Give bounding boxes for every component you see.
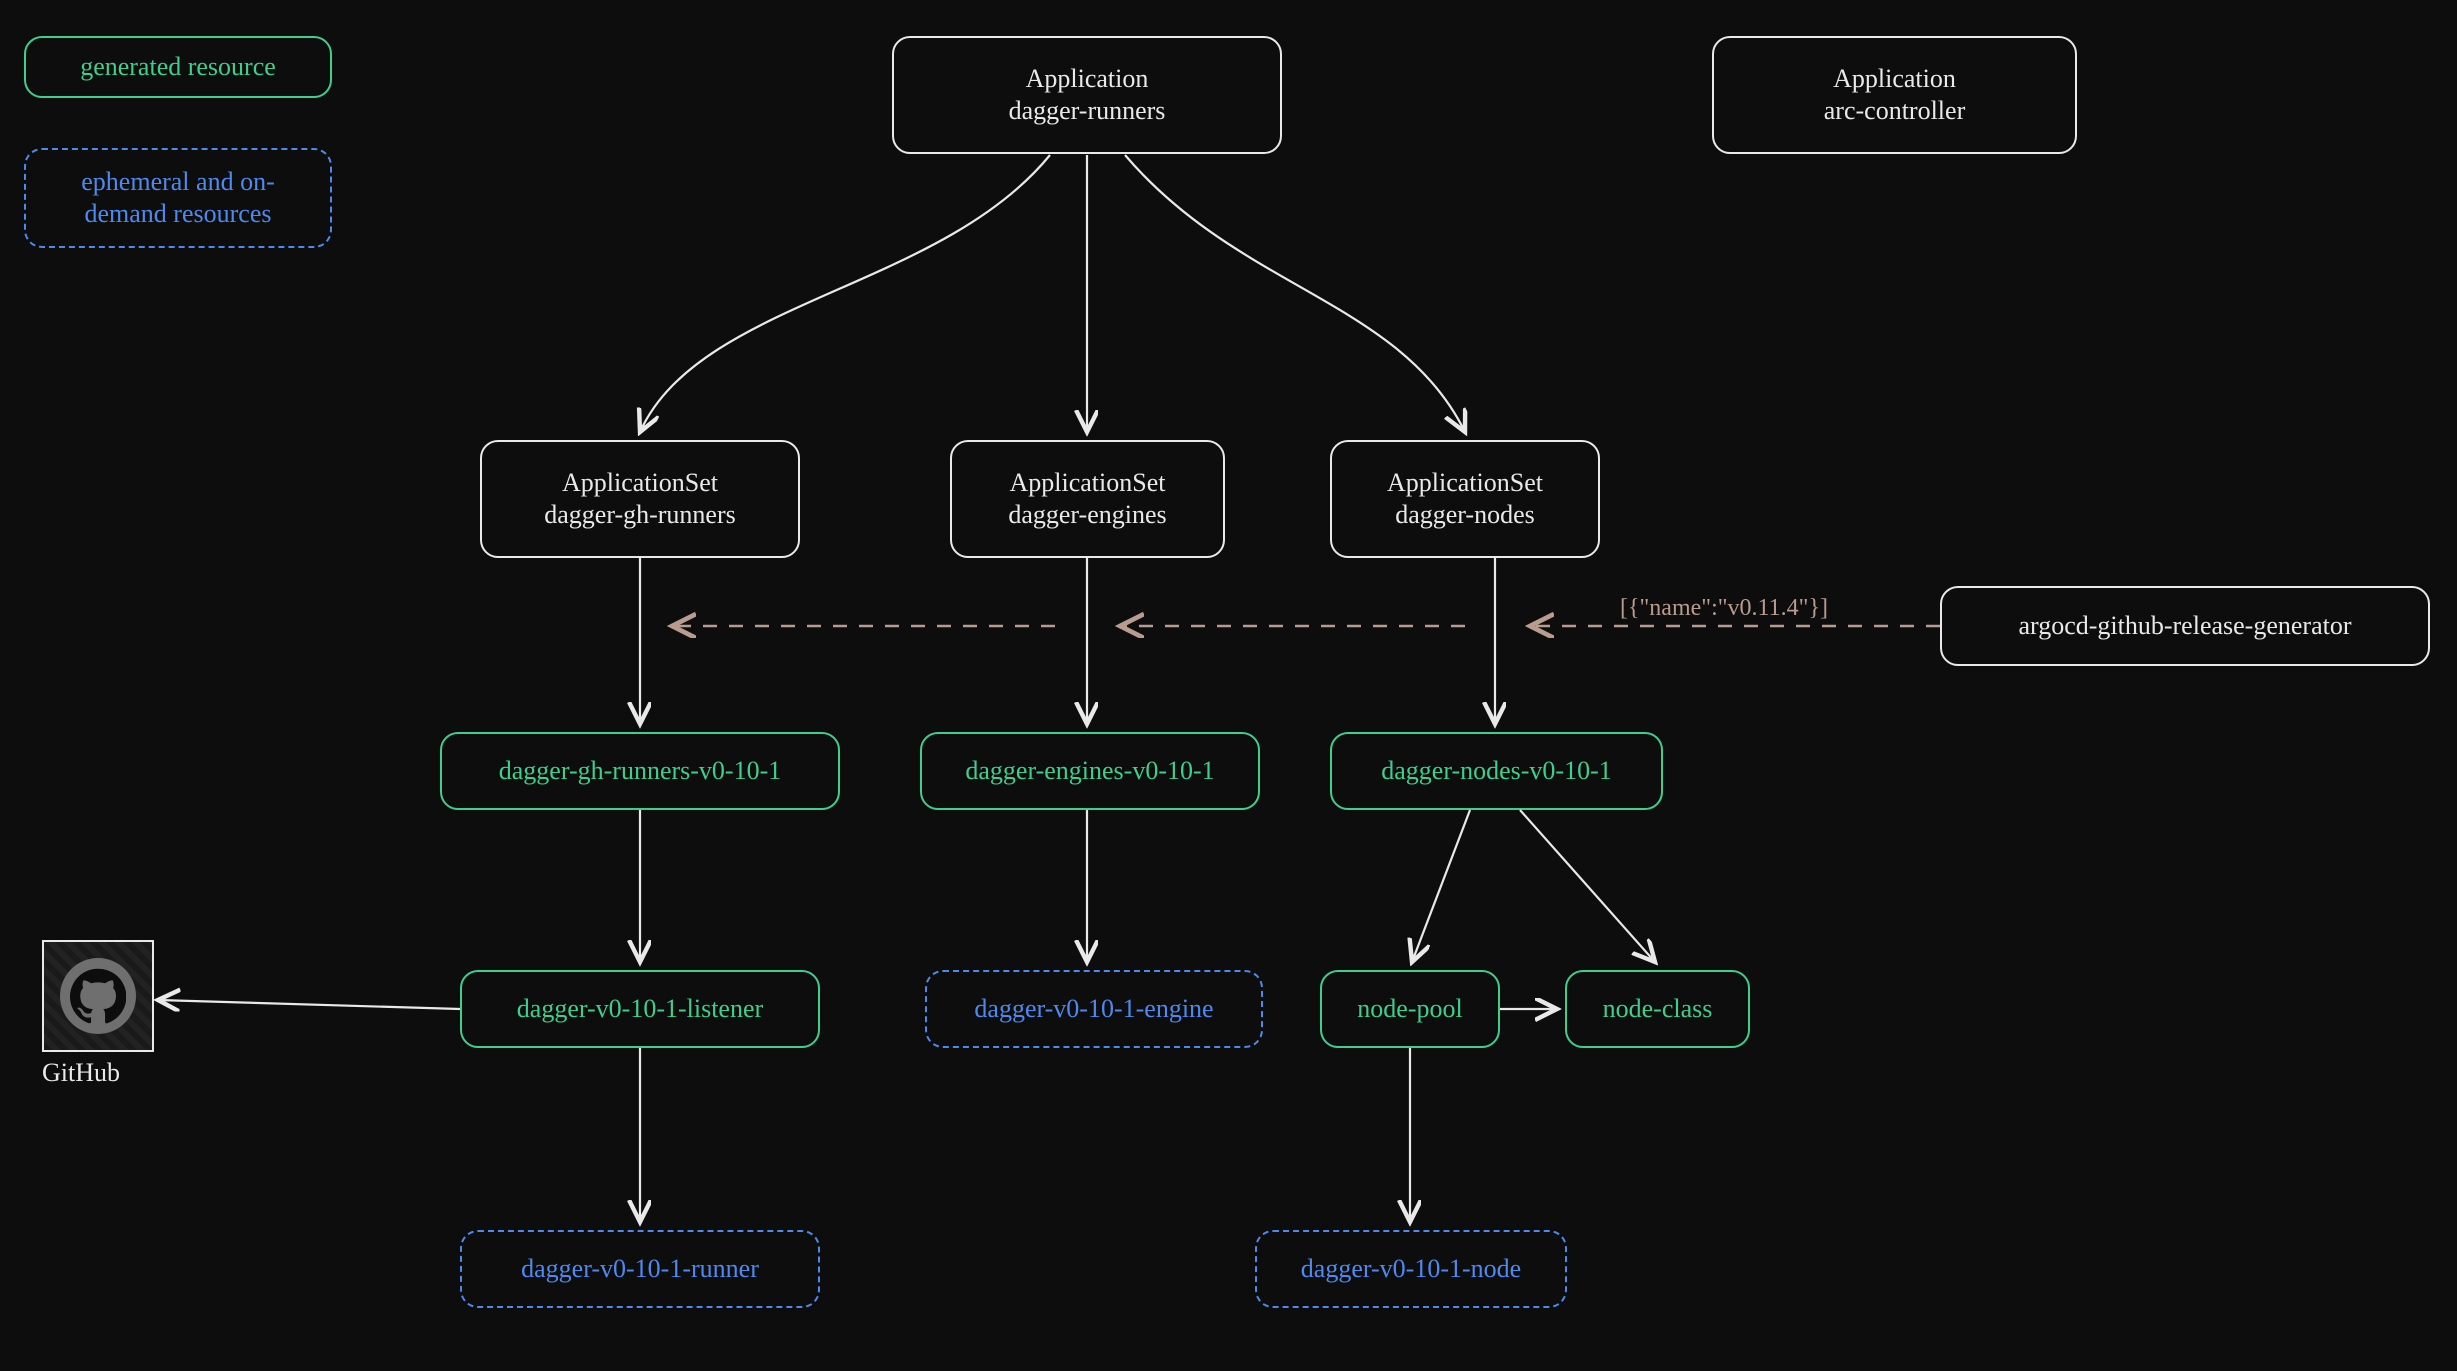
gen-engines-label: dagger-engines-v0-10-1	[965, 755, 1214, 788]
github-octocat-icon	[70, 968, 126, 1024]
node-gen-gh-runners: dagger-gh-runners-v0-10-1	[440, 732, 840, 810]
node-pool-label: node-pool	[1357, 993, 1462, 1026]
legend-generated-label: generated resource	[80, 51, 276, 84]
node-appset-engines: ApplicationSet dagger-engines	[950, 440, 1225, 558]
runner-label: dagger-v0-10-1-runner	[521, 1253, 759, 1286]
node-app-dagger-runners: Application dagger-runners	[892, 36, 1282, 154]
node-node: dagger-v0-10-1-node	[1255, 1230, 1567, 1308]
node-class-label: node-class	[1603, 993, 1713, 1026]
node-release-generator: argocd-github-release-generator	[1940, 586, 2430, 666]
node-engine: dagger-v0-10-1-engine	[925, 970, 1263, 1048]
node-listener: dagger-v0-10-1-listener	[460, 970, 820, 1048]
node-app-arc-controller: Application arc-controller	[1712, 36, 2077, 154]
appset-engines-type: ApplicationSet	[1010, 467, 1166, 500]
github-label: GitHub	[42, 1058, 120, 1088]
node-node-class: node-class	[1565, 970, 1750, 1048]
node-label: dagger-v0-10-1-node	[1301, 1253, 1521, 1286]
legend-ephemeral-label: ephemeral and on- demand resources	[81, 166, 274, 231]
appset-engines-name: dagger-engines	[1008, 499, 1166, 532]
app-arc-controller-name: arc-controller	[1824, 95, 1965, 128]
legend-generated-resource: generated resource	[24, 36, 332, 98]
appset-nodes-name: dagger-nodes	[1395, 499, 1535, 532]
appset-nodes-type: ApplicationSet	[1387, 467, 1543, 500]
appset-gh-runners-type: ApplicationSet	[562, 467, 718, 500]
appset-gh-runners-name: dagger-gh-runners	[544, 499, 736, 532]
listener-label: dagger-v0-10-1-listener	[517, 993, 763, 1026]
engine-label: dagger-v0-10-1-engine	[974, 993, 1213, 1026]
app-arc-controller-type: Application	[1833, 63, 1956, 96]
node-gen-nodes: dagger-nodes-v0-10-1	[1330, 732, 1663, 810]
github-icon	[42, 940, 154, 1052]
app-dagger-runners-type: Application	[1026, 63, 1149, 96]
node-runner: dagger-v0-10-1-runner	[460, 1230, 820, 1308]
node-appset-gh-runners: ApplicationSet dagger-gh-runners	[480, 440, 800, 558]
release-generator-label: argocd-github-release-generator	[2018, 610, 2351, 643]
node-gen-engines: dagger-engines-v0-10-1	[920, 732, 1260, 810]
edges-layer	[0, 0, 2457, 1371]
gen-gh-runners-label: dagger-gh-runners-v0-10-1	[499, 755, 781, 788]
node-appset-nodes: ApplicationSet dagger-nodes	[1330, 440, 1600, 558]
node-node-pool: node-pool	[1320, 970, 1500, 1048]
gen-nodes-label: dagger-nodes-v0-10-1	[1381, 755, 1612, 788]
legend-ephemeral-resource: ephemeral and on- demand resources	[24, 148, 332, 248]
app-dagger-runners-name: dagger-runners	[1009, 95, 1166, 128]
edge-label-release-payload: [{"name":"v0.11.4"}]	[1620, 595, 1828, 622]
